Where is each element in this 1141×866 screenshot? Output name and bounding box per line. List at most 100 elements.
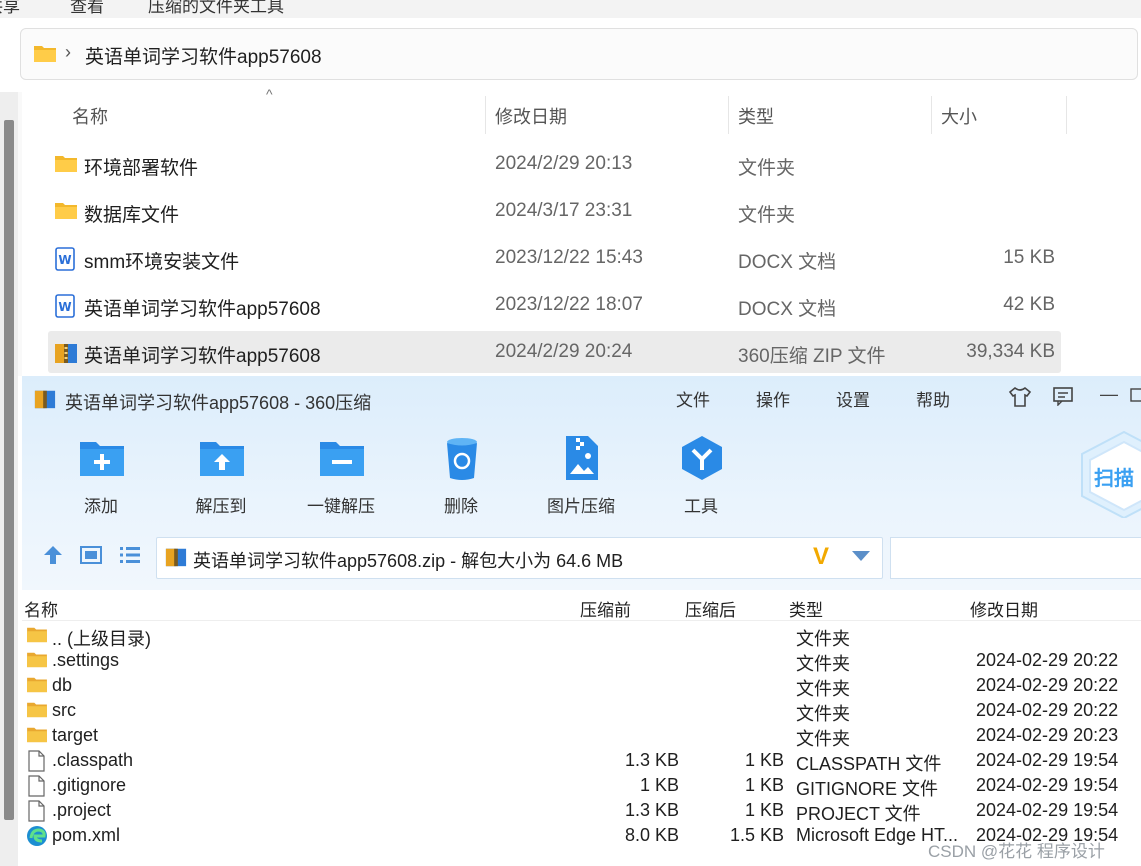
breadcrumb-current[interactable]: 英语单词学习软件app57608 (85, 42, 322, 69)
menu-help[interactable]: 帮助 (916, 386, 950, 411)
column-header-compressed-size[interactable]: 压缩后 (685, 596, 736, 621)
archive-row[interactable]: src 文件夹 2024-02-29 20:22 (22, 698, 1141, 724)
entry-date: 2024-02-29 20:23 (976, 725, 1119, 745)
entry-compressed-size: 1 KB (744, 800, 784, 820)
column-divider[interactable] (931, 96, 932, 134)
column-header-size[interactable]: 大小 (941, 103, 977, 129)
column-header-modified[interactable]: 修改日期 (970, 596, 1038, 621)
address-bar[interactable]: › 英语单词学习软件app57608 (20, 28, 1138, 80)
file-row[interactable]: 数据库文件 2024/3/17 23:31 文件夹 (48, 190, 1061, 232)
menu-operations[interactable]: 操作 (756, 386, 790, 411)
image-compress-button[interactable]: 图片压缩 (536, 434, 626, 524)
scan-label: 扫描 (1094, 468, 1134, 490)
edge-icon (26, 825, 48, 852)
file-type: 文件夹 (738, 158, 796, 179)
entry-compressed-size: 1 KB (744, 750, 784, 770)
search-input[interactable] (890, 537, 1141, 579)
archive-row[interactable]: db 文件夹 2024-02-29 20:22 (22, 673, 1141, 699)
file-row-selected[interactable]: 英语单词学习软件app57608 2024/2/29 20:24 360压缩 Z… (48, 331, 1061, 373)
chevron-down-icon[interactable] (852, 551, 870, 561)
feedback-icon[interactable] (1052, 386, 1074, 411)
folder-icon (26, 675, 48, 698)
file-row[interactable]: W smm环境安装文件 2023/12/22 15:43 DOCX 文档 15 … (48, 237, 1061, 279)
menu-file[interactable]: 文件 (676, 386, 710, 411)
archive-path-field[interactable]: 英语单词学习软件app57608.zip - 解包大小为 64.6 MB V (156, 537, 883, 579)
menu-settings[interactable]: 设置 (836, 386, 870, 411)
folder-icon (54, 153, 78, 178)
recycle-bin-icon (438, 434, 486, 482)
extract-to-label: 解压到 (195, 497, 247, 516)
file-name: 数据库文件 (84, 205, 180, 226)
archive-row[interactable]: .. (上级目录) 文件夹 (22, 623, 1141, 649)
column-divider[interactable] (728, 96, 729, 134)
entry-name: .settings (52, 650, 120, 670)
column-header-name[interactable]: 名称 (72, 103, 108, 129)
archive-row[interactable]: .gitignore 1 KB 1 KB GITIGNORE 文件 2024-0… (22, 773, 1141, 799)
column-divider[interactable] (485, 96, 486, 134)
column-divider[interactable] (1066, 96, 1067, 134)
menu-share[interactable]: 共享 (0, 0, 20, 17)
file-name: 环境部署软件 (84, 158, 199, 179)
entry-original-size: 1.3 KB (624, 800, 679, 820)
sort-ascending-icon: ^ (266, 86, 273, 102)
file-row[interactable]: 环境部署软件 2024/2/29 20:13 文件夹 (48, 143, 1061, 185)
add-button[interactable]: 添加 (56, 434, 146, 524)
scan-button[interactable]: 扫描 (1080, 430, 1141, 523)
svg-text:W: W (58, 300, 71, 314)
archive-row[interactable]: target 文件夹 2024-02-29 20:23 (22, 723, 1141, 749)
file-type: 360压缩 ZIP 文件 (738, 346, 886, 367)
extract-to-button[interactable]: 解压到 (176, 434, 266, 524)
column-header-type[interactable]: 类型 (789, 596, 823, 621)
file-date: 2024/3/17 23:31 (495, 200, 633, 221)
entry-original-size: 1 KB (639, 775, 679, 795)
thumbnail-view-icon[interactable] (80, 546, 102, 569)
entry-compressed-size: 1 KB (744, 775, 784, 795)
word-doc-icon: W (54, 294, 76, 323)
tools-label: 工具 (684, 497, 718, 516)
entry-date: 2024-02-29 19:54 (976, 800, 1119, 820)
vip-v-icon[interactable]: V (813, 543, 829, 571)
one-click-extract-label: 一键解压 (307, 497, 375, 516)
entry-name: target (52, 725, 99, 745)
file-type: DOCX 文档 (738, 252, 837, 273)
maximize-button[interactable] (1130, 386, 1141, 407)
list-view-icon[interactable] (119, 546, 141, 569)
entry-name: .classpath (52, 750, 134, 770)
zip-archive-icon (165, 546, 187, 573)
extract-folder-icon (198, 434, 246, 482)
file-row[interactable]: W 英语单词学习软件app57608 2023/12/22 18:07 DOCX… (48, 284, 1061, 326)
delete-button[interactable]: 删除 (416, 434, 506, 524)
breadcrumb-chevron-icon[interactable]: › (65, 42, 71, 63)
entry-date: 2024-02-29 20:22 (976, 650, 1119, 670)
watermark-text: CSDN @花花 程序设计 (928, 842, 1105, 861)
tools-hexagon-icon (678, 434, 726, 482)
tools-button[interactable]: 工具 (656, 434, 746, 524)
image-compress-label: 图片压缩 (547, 497, 615, 516)
entry-compressed-size: 1.5 KB (729, 825, 784, 845)
column-header-date[interactable]: 修改日期 (495, 103, 567, 129)
entry-name: pom.xml (52, 825, 121, 845)
up-level-arrow-icon[interactable] (42, 544, 64, 571)
menu-compressed-tools[interactable]: 压缩的文件夹工具 (148, 0, 284, 17)
column-header-original-size[interactable]: 压缩前 (580, 596, 631, 621)
one-click-extract-button[interactable]: 一键解压 (296, 434, 386, 524)
file-type: DOCX 文档 (738, 299, 837, 320)
file-name: smm环境安装文件 (84, 252, 240, 273)
minimize-button[interactable]: — (1100, 384, 1118, 405)
entry-name: .project (52, 800, 112, 820)
entry-original-size: 1.3 KB (624, 750, 679, 770)
entry-original-size: 8.0 KB (624, 825, 679, 845)
scrollbar-thumb[interactable] (4, 120, 14, 820)
archive-row[interactable]: .classpath 1.3 KB 1 KB CLASSPATH 文件 2024… (22, 748, 1141, 774)
word-doc-icon: W (54, 247, 76, 276)
file-name: 英语单词学习软件app57608 (84, 299, 321, 320)
archive-row[interactable]: .project 1.3 KB 1 KB PROJECT 文件 2024-02-… (22, 798, 1141, 824)
archive-row[interactable]: .settings 文件夹 2024-02-29 20:22 (22, 648, 1141, 674)
entry-date: 2024-02-29 20:22 (976, 700, 1119, 720)
menu-view[interactable]: 查看 (70, 0, 104, 17)
explorer-ribbon-menu: 共享 查看 压缩的文件夹工具 (0, 0, 1141, 18)
column-header-type[interactable]: 类型 (738, 103, 774, 129)
column-header-name[interactable]: 名称 (24, 596, 58, 621)
skin-shirt-icon[interactable] (1008, 386, 1032, 413)
entry-name: src (52, 700, 76, 720)
